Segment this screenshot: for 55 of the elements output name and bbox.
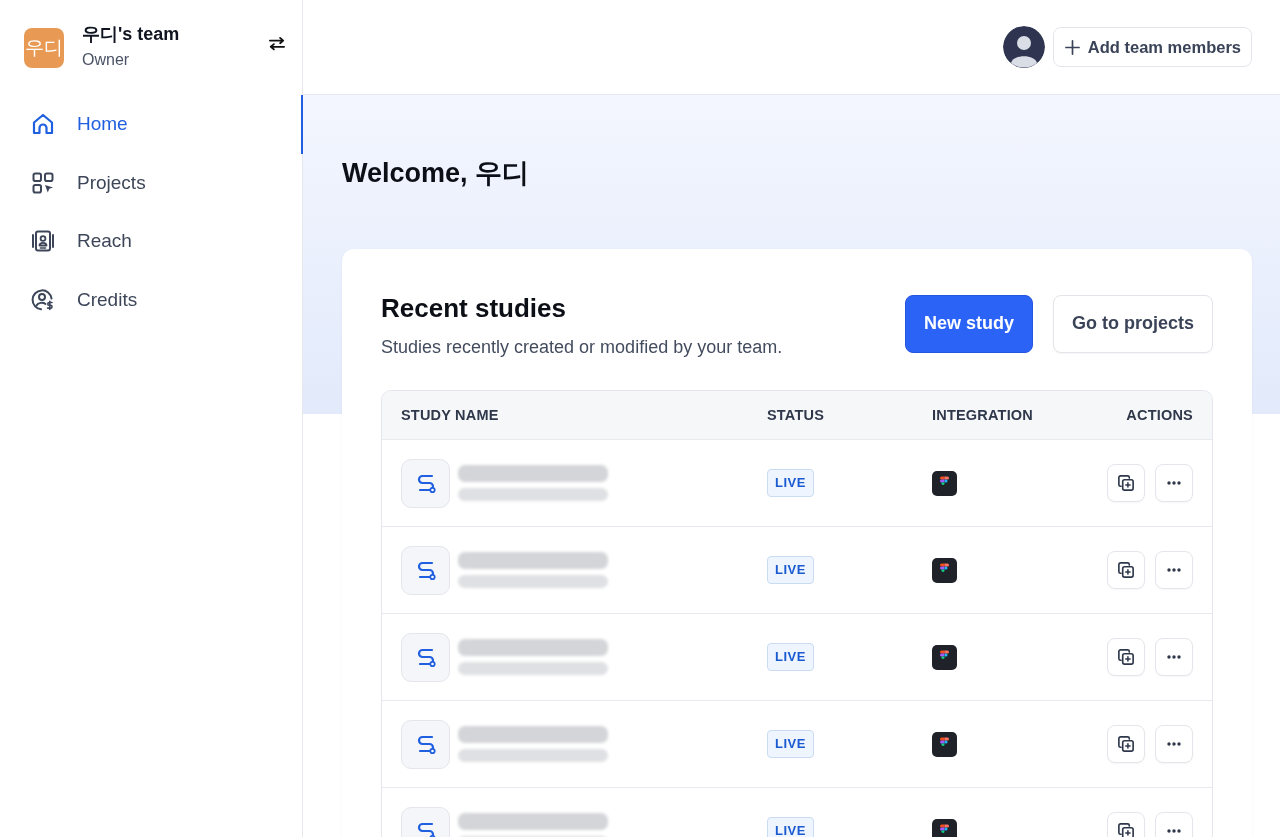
copy-icon <box>1118 649 1134 665</box>
duplicate-button[interactable] <box>1107 638 1145 676</box>
duplicate-button[interactable] <box>1107 551 1145 589</box>
team-logo: 우디 <box>24 27 64 68</box>
integration-app-icon <box>932 644 957 670</box>
duplicate-button[interactable] <box>1107 464 1145 502</box>
more-options-button[interactable] <box>1155 725 1193 763</box>
status-badge: LIVE <box>767 643 814 671</box>
new-study-button[interactable]: New study <box>904 294 1033 353</box>
integration-app-icon <box>932 557 957 583</box>
grid-cursor-icon <box>31 170 55 195</box>
portrait-frame-icon <box>31 229 55 254</box>
team-name: 우디's team <box>82 23 181 46</box>
study-flow-icon <box>401 719 450 769</box>
copy-icon <box>1118 562 1134 578</box>
copy-icon <box>1118 736 1134 752</box>
plus-icon <box>1064 39 1080 55</box>
nav-item[interactable]: Reach <box>0 212 303 271</box>
more-icon <box>1167 742 1181 746</box>
welcome-heading: Welcome, 우디 <box>342 157 531 190</box>
go-to-projects-button[interactable]: Go to projects <box>1053 294 1213 353</box>
integration-app-icon <box>932 731 957 757</box>
column-header: ACTIONS <box>1126 407 1193 423</box>
status-badge: LIVE <box>767 556 814 584</box>
more-icon <box>1167 829 1181 833</box>
integration-app-icon <box>932 470 957 496</box>
section-subtitle: Studies recently created or modified by your team. <box>381 336 783 359</box>
more-options-button[interactable] <box>1155 551 1193 589</box>
study-flow-icon <box>401 458 450 508</box>
status-badge: LIVE <box>767 817 814 837</box>
user-avatar[interactable] <box>1002 26 1045 68</box>
copy-icon <box>1118 475 1134 491</box>
study-flow-icon <box>401 632 450 682</box>
copy-icon <box>1118 823 1134 837</box>
more-options-button[interactable] <box>1155 638 1193 676</box>
user-coin-icon <box>31 287 55 312</box>
status-badge: LIVE <box>767 469 814 497</box>
study-flow-icon <box>401 545 450 595</box>
status-badge: LIVE <box>767 730 814 758</box>
column-header: STATUS <box>767 407 826 423</box>
column-header: INTEGRATION <box>932 407 1034 423</box>
home-icon <box>31 112 55 137</box>
more-icon <box>1167 655 1181 659</box>
more-icon <box>1167 481 1181 485</box>
section-title: Recent studies <box>381 292 567 324</box>
nav-item[interactable]: Projects <box>0 153 303 212</box>
integration-app-icon <box>932 818 957 837</box>
nav-item[interactable]: Credits <box>0 270 303 329</box>
team-role: Owner <box>82 51 131 69</box>
more-options-button[interactable] <box>1155 464 1193 502</box>
swap-arrows-icon[interactable] <box>266 36 288 53</box>
more-icon <box>1167 568 1181 572</box>
column-header: STUDY NAME <box>401 407 500 423</box>
duplicate-button[interactable] <box>1107 725 1145 763</box>
add-team-members-button[interactable]: Add team members <box>1052 27 1252 67</box>
